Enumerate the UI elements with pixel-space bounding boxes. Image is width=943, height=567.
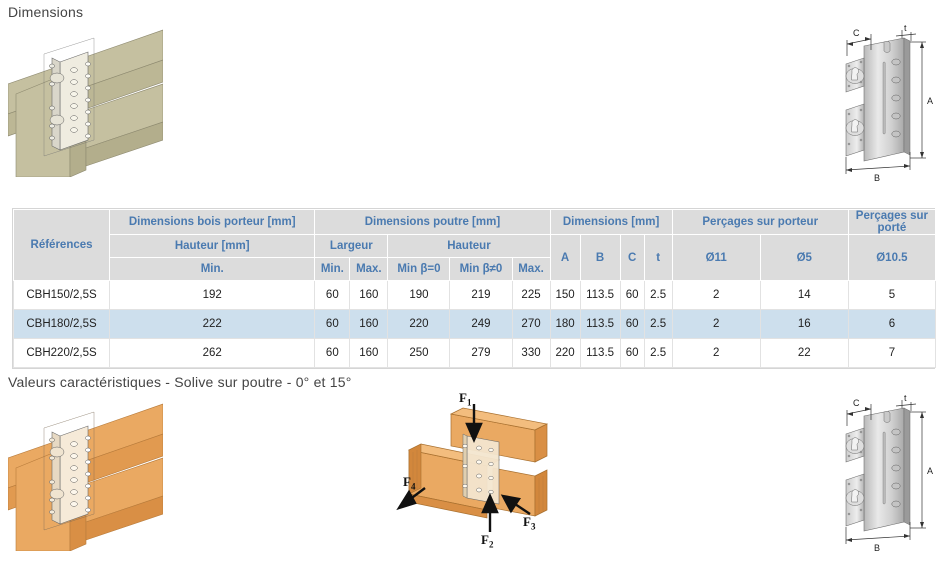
header-dim-a: A — [549, 234, 581, 281]
cell-poutre-hauteur-min-beta0: 250 — [387, 338, 451, 368]
dim-label-A: A — [927, 466, 933, 476]
cell-porteur-hauteur-min: 262 — [109, 338, 316, 368]
specifications-table-wrapper: Références Dimensions bois porteur [mm] … — [12, 208, 937, 369]
cell-percages-porte-d105: 5 — [847, 280, 937, 310]
header-diameter-10-5: Ø10.5 — [847, 234, 937, 281]
header-largeur-max: Max. — [349, 257, 389, 281]
cell-poutre-hauteur-max: 330 — [511, 338, 551, 368]
bracket-technical-drawing-bottom: C t A B — [826, 393, 938, 554]
joint-svg-orange — [8, 403, 163, 551]
cell-dim-a: 150 — [549, 280, 581, 310]
cell-percages-porteur-d5: 16 — [759, 309, 849, 339]
cell-dim-a: 180 — [549, 309, 581, 339]
cell-dim-c: 60 — [619, 280, 645, 310]
cell-dim-t: 2.5 — [643, 280, 673, 310]
cell-poutre-hauteur-max: 270 — [511, 309, 551, 339]
cell-porteur-hauteur-min: 222 — [109, 309, 316, 339]
force-diagram: F1 F2 F3 F4 — [395, 390, 560, 552]
cell-poutre-hauteur-min-betanot0: 279 — [449, 338, 513, 368]
cell-percages-porteur-d5: 14 — [759, 280, 849, 310]
table-row[interactable]: CBH220/2,5S 262 60 160 250 279 330 220 1… — [12, 338, 937, 368]
cell-poutre-hauteur-min-beta0: 220 — [387, 309, 451, 339]
header-hauteur-min-beta-not-0: Min β≠0 — [449, 257, 513, 281]
header-largeur-min: Min. — [314, 257, 351, 281]
cell-reference: CBH220/2,5S — [12, 338, 111, 368]
cell-percages-porteur-d11: 2 — [671, 280, 761, 310]
cell-dim-c: 60 — [619, 309, 645, 339]
table-header-row-sub: Hauteur [mm] Largeur Hauteur A B C t Ø11… — [14, 234, 937, 281]
header-dim-t: t — [643, 234, 673, 281]
header-diameter-11: Ø11 — [671, 234, 761, 281]
cell-dim-b: 113.5 — [579, 338, 621, 368]
cell-percages-porte-d105: 7 — [847, 338, 937, 368]
bracket-svg-bottom: C t A B — [845, 393, 933, 553]
page-title-valeurs-caracteristiques: Valeurs caractéristiques - Solive sur po… — [8, 374, 352, 390]
cell-percages-porteur-d5: 22 — [759, 338, 849, 368]
header-dimensions-poutre: Dimensions poutre [mm] — [314, 209, 551, 235]
header-dimensions-bois-porteur: Dimensions bois porteur [mm] — [109, 209, 316, 235]
cell-dim-t: 2.5 — [643, 338, 673, 368]
cell-dim-b: 113.5 — [579, 280, 621, 310]
cell-poutre-hauteur-max: 225 — [511, 280, 551, 310]
joint-svg-khaki — [8, 29, 163, 177]
bracket-svg-top: C t A B — [845, 23, 933, 183]
cell-poutre-largeur-min: 60 — [314, 338, 351, 368]
dim-label-B: B — [874, 173, 880, 183]
header-hauteur-mm: Hauteur [mm] — [109, 234, 316, 258]
cell-reference: CBH180/2,5S — [12, 309, 111, 339]
cell-dim-c: 60 — [619, 338, 645, 368]
force-label-f3: F3 — [523, 514, 536, 532]
force-label-f4: F4 — [403, 474, 416, 492]
table-border: Références Dimensions bois porteur [mm] … — [12, 208, 937, 369]
cell-dim-a: 220 — [549, 338, 581, 368]
table-row[interactable]: CBH150/2,5S 192 60 160 190 219 225 150 1… — [12, 280, 937, 310]
force-label-f2: F2 — [481, 532, 494, 550]
header-dim-b: B — [579, 234, 621, 281]
cell-poutre-hauteur-min-betanot0: 219 — [449, 280, 513, 310]
header-largeur: Largeur — [314, 234, 389, 258]
cell-percages-porteur-d11: 2 — [671, 309, 761, 339]
cell-dim-t: 2.5 — [643, 309, 673, 339]
cell-dim-b: 113.5 — [579, 309, 621, 339]
cell-poutre-largeur-min: 60 — [314, 280, 351, 310]
table-body: CBH150/2,5S 192 60 160 190 219 225 150 1… — [12, 280, 937, 368]
joint-illustration-khaki — [8, 22, 163, 177]
header-hauteur-max: Max. — [511, 257, 551, 281]
cell-percages-porteur-d11: 2 — [671, 338, 761, 368]
cell-poutre-largeur-max: 160 — [349, 280, 389, 310]
force-label-f1: F1 — [459, 390, 472, 408]
header-hauteur-min-beta0: Min β=0 — [387, 257, 451, 281]
table-header-row-groups: Références Dimensions bois porteur [mm] … — [12, 209, 937, 281]
dim-label-B: B — [874, 543, 880, 553]
header-hauteur: Hauteur — [387, 234, 551, 258]
bracket-technical-drawing-top: C t A B — [826, 23, 938, 184]
dim-label-C: C — [853, 398, 860, 408]
table-row[interactable]: CBH180/2,5S 222 60 160 220 249 270 180 1… — [12, 309, 937, 339]
cell-percages-porte-d105: 6 — [847, 309, 937, 339]
page-title-dimensions: Dimensions — [8, 4, 84, 20]
cell-poutre-hauteur-min-betanot0: 249 — [449, 309, 513, 339]
header-references: Références — [12, 209, 111, 281]
dim-label-t: t — [904, 24, 907, 33]
cell-porteur-hauteur-min: 192 — [109, 280, 316, 310]
cell-reference: CBH150/2,5S — [12, 280, 111, 310]
cell-poutre-hauteur-min-beta0: 190 — [387, 280, 451, 310]
joint-illustration-orange — [8, 396, 163, 551]
header-dim-c: C — [619, 234, 645, 281]
header-percages-sur-porte: Perçages sur porté — [847, 209, 937, 235]
cell-poutre-largeur-max: 160 — [349, 309, 389, 339]
cell-poutre-largeur-min: 60 — [314, 309, 351, 339]
cell-poutre-largeur-max: 160 — [349, 338, 389, 368]
dim-label-A: A — [927, 96, 933, 106]
specifications-table: Références Dimensions bois porteur [mm] … — [12, 209, 937, 368]
header-diameter-5: Ø5 — [759, 234, 849, 281]
dim-label-C: C — [853, 28, 860, 38]
dim-label-t: t — [904, 394, 907, 403]
header-dimensions-mm: Dimensions [mm] — [549, 209, 673, 235]
header-percages-sur-porteur: Perçages sur porteur — [671, 209, 849, 235]
header-porteur-min: Min. — [109, 257, 316, 281]
